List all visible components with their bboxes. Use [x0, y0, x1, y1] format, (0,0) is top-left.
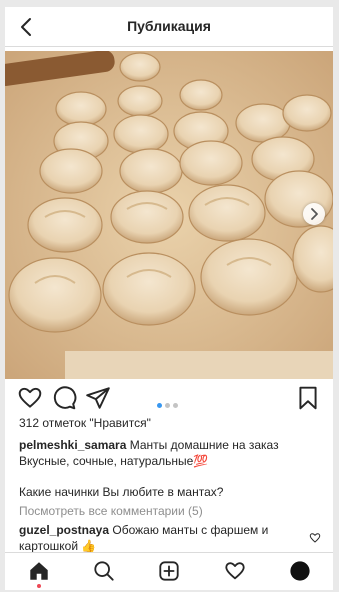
caption-text: Вкусные, сочные, натуральные💯 — [19, 454, 209, 468]
comment-item: guzel_postnaya Обожаю манты с фаршем и к… — [19, 522, 301, 554]
page-title: Публикация — [127, 18, 211, 34]
caption-username[interactable]: pelmeshki_samara — [19, 438, 126, 452]
carousel-indicator — [157, 395, 181, 408]
top-bar: Публикация — [5, 7, 333, 47]
post-screen: Публикация 312 отметок "Нравится" pelmes… — [5, 7, 333, 590]
heart-icon[interactable] — [224, 560, 246, 582]
bookmark-icon[interactable] — [295, 385, 321, 411]
carousel-dot — [165, 403, 170, 408]
heart-icon[interactable] — [309, 532, 321, 544]
view-comments-link[interactable]: Посмотреть все комментарии (5) — [19, 504, 203, 518]
heart-icon[interactable] — [17, 385, 43, 411]
comment-username[interactable]: guzel_postnaya — [19, 523, 109, 537]
likes-count[interactable]: 312 отметок "Нравится" — [19, 416, 151, 430]
post-actions — [5, 385, 333, 415]
carousel-next-button[interactable] — [303, 203, 325, 225]
carousel-dot — [173, 403, 178, 408]
avatar-icon[interactable] — [289, 560, 311, 582]
bottom-nav — [5, 552, 333, 590]
post-photo[interactable] — [5, 51, 333, 379]
paper-plane-icon[interactable] — [85, 385, 111, 411]
search-icon[interactable] — [93, 560, 115, 582]
home-icon[interactable] — [28, 560, 50, 582]
chevron-right-icon — [311, 208, 318, 220]
post-caption: pelmeshki_samara Манты домашние на заказ… — [19, 437, 319, 500]
speech-bubble-icon[interactable] — [51, 385, 77, 411]
caption-text: Какие начинки Вы любите в мантах? — [19, 485, 224, 499]
caption-text: Манты домашние на заказ — [129, 438, 279, 452]
dumplings-image — [5, 51, 333, 379]
plus-square-icon[interactable] — [158, 560, 180, 582]
carousel-dot — [157, 403, 162, 408]
notification-dot — [37, 584, 41, 588]
